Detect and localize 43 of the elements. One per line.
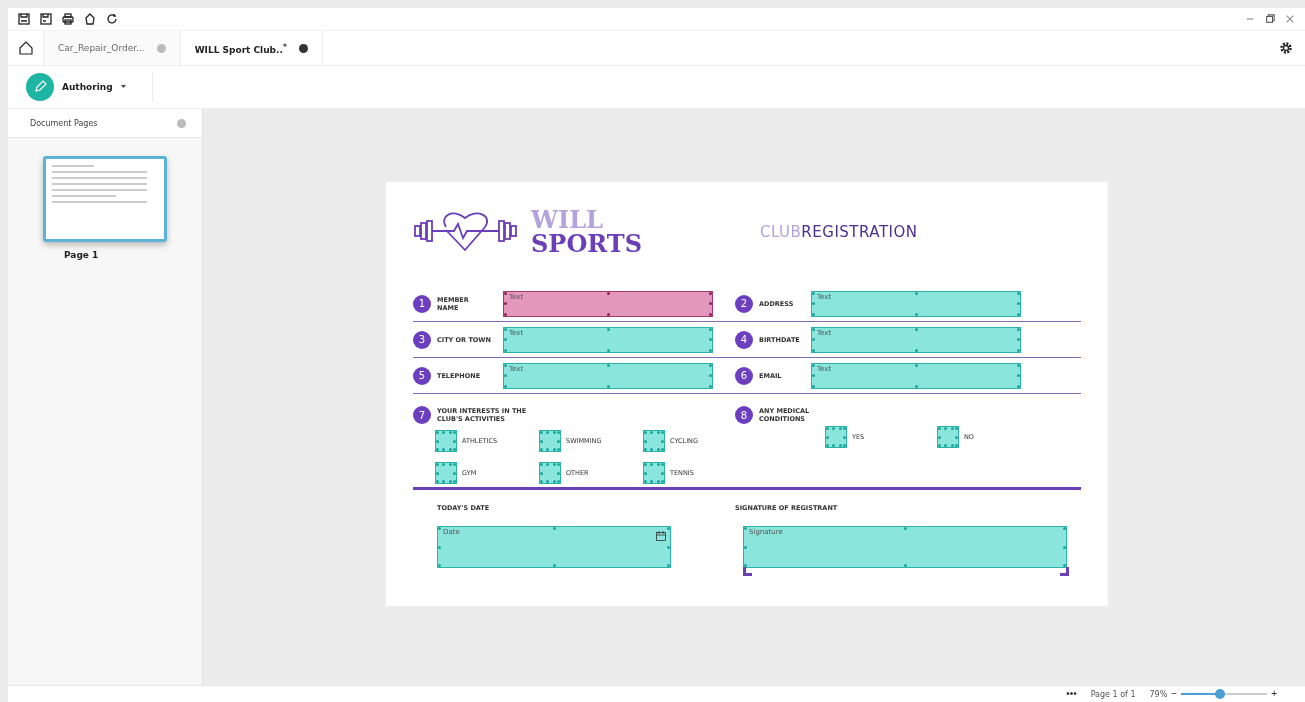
checkbox-field[interactable] (539, 462, 561, 484)
zoom-in-button[interactable]: + (1271, 689, 1277, 699)
print-icon[interactable] (62, 13, 74, 25)
checkbox-field[interactable] (825, 426, 847, 448)
page-count: Page 1 of 1 (1090, 689, 1136, 699)
checkbox-field[interactable] (539, 430, 561, 452)
page-label: Page 1 (64, 250, 100, 260)
number-badge: 2 (735, 294, 753, 313)
settings-icon[interactable] (1279, 41, 1293, 55)
number-badge: 1 (413, 294, 431, 313)
document-tab[interactable]: Car_Repair_Order... (44, 31, 181, 65)
checkbox-field[interactable] (643, 462, 665, 484)
panel-title: Document Pages (30, 118, 98, 128)
corner-mark-icon (743, 567, 752, 576)
caret-icon (120, 85, 126, 89)
save-icon[interactable] (18, 13, 30, 25)
close-icon[interactable] (1285, 14, 1295, 24)
number-badge: 4 (735, 330, 753, 349)
logo-text: SPORTS (531, 232, 642, 256)
number-badge: 6 (735, 366, 753, 385)
pen-icon (26, 73, 54, 101)
mode-dropdown[interactable]: Authoring (24, 72, 153, 102)
page-thumbnail[interactable] (43, 156, 167, 242)
zoom-level: 79% (1149, 689, 1168, 699)
number-badge: 3 (413, 330, 431, 349)
slider-thumb[interactable] (1214, 689, 1225, 699)
corner-mark-icon (1060, 567, 1069, 576)
save-as-icon[interactable] (40, 13, 52, 25)
more-button[interactable]: ••• (1066, 689, 1077, 699)
number-badge: 7 (413, 406, 431, 424)
calendar-icon[interactable] (656, 531, 666, 541)
zoom-out-button[interactable]: − (1171, 689, 1178, 699)
checkbox-field[interactable] (937, 426, 959, 448)
checkbox-field[interactable] (435, 462, 457, 484)
redo-icon[interactable] (106, 13, 118, 25)
number-badge: 5 (413, 366, 431, 385)
home-icon (18, 41, 33, 55)
checkbox-field[interactable] (435, 430, 457, 452)
restore-icon[interactable] (1265, 14, 1275, 24)
number-badge: 8 (735, 406, 753, 424)
checkbox-field[interactable] (643, 430, 665, 452)
form-title: CLUBREGISTRATION (760, 223, 918, 241)
logo-text: WILL (531, 208, 604, 232)
